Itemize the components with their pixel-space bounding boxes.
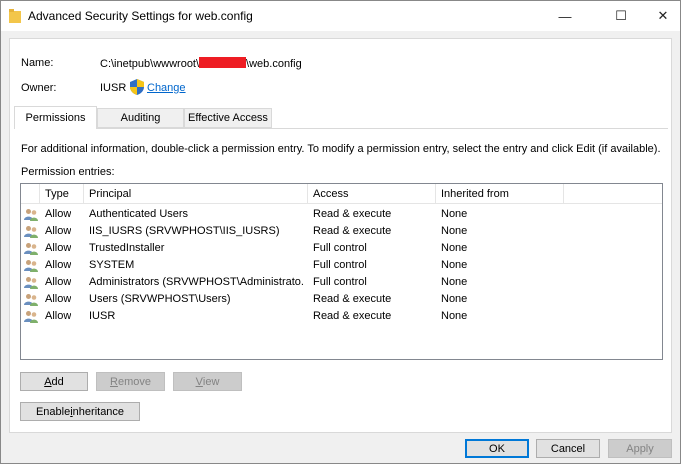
entry-type: Allow xyxy=(45,225,72,237)
entry-type: Allow xyxy=(45,293,72,305)
column-header-icon[interactable] xyxy=(21,184,40,204)
users-group-icon xyxy=(24,260,38,272)
tab-effective-access[interactable]: Effective Access xyxy=(184,108,272,128)
name-suffix: \web.config xyxy=(246,58,302,70)
entry-access: Read & execute xyxy=(313,225,392,237)
entry-principal: Users (SRVWPHOST\Users) xyxy=(89,293,231,305)
entry-inherited: None xyxy=(441,225,468,237)
enable-inheritance-button[interactable]: Enable i nheritance xyxy=(20,402,140,421)
security-settings-window: Advanced Security Settings for web.confi… xyxy=(0,0,681,464)
remove-button[interactable]: Remove xyxy=(96,372,165,391)
add-label-rest: dd xyxy=(51,375,64,388)
column-header-access[interactable]: Access xyxy=(308,184,436,204)
title-bar[interactable]: Advanced Security Settings for web.confi… xyxy=(1,1,680,31)
entry-principal: IUSR xyxy=(89,310,116,322)
tab-auditing[interactable]: Auditing xyxy=(97,108,184,128)
permission-entry-row[interactable]: Allow IUSR Read & execute None xyxy=(21,308,662,325)
minimize-button[interactable]: — xyxy=(542,1,588,31)
users-group-icon xyxy=(24,277,38,289)
entry-principal: Authenticated Users xyxy=(89,208,189,220)
permission-entry-row[interactable]: Allow IIS_IUSRS (SRVWPHOST\IIS_IUSRS) Re… xyxy=(21,223,662,240)
add-button[interactable]: Add xyxy=(20,372,88,391)
tab-permissions[interactable]: Permissions xyxy=(14,106,97,129)
entry-inherited: None xyxy=(441,242,468,254)
inherit-label-pre: Enable xyxy=(35,405,71,418)
ok-button[interactable]: OK xyxy=(465,439,529,458)
permission-entry-row[interactable]: Allow Authenticated Users Read & execute… xyxy=(21,206,662,223)
entry-access: Full control xyxy=(313,276,367,288)
name-value: C:\inetpub\wwwroot\ \web.config xyxy=(100,57,302,70)
entry-type: Allow xyxy=(45,208,72,220)
entry-principal: SYSTEM xyxy=(89,259,135,271)
users-group-icon xyxy=(24,226,38,238)
uac-shield-icon xyxy=(130,79,144,95)
entry-inherited: None xyxy=(441,276,468,288)
entry-access: Read & execute xyxy=(313,310,392,322)
name-label: Name: xyxy=(21,57,54,69)
dialog-content: Name: C:\inetpub\wwwroot\ \web.config Own… xyxy=(9,38,672,433)
entry-principal: IIS_IUSRS (SRVWPHOST\IIS_IUSRS) xyxy=(89,225,280,237)
remove-label-rest: emove xyxy=(117,375,151,388)
apply-button[interactable]: Apply xyxy=(608,439,672,458)
users-group-icon xyxy=(24,243,38,255)
add-accelerator: A xyxy=(44,375,52,388)
info-text: For additional information, double-click… xyxy=(21,143,661,155)
window-title: Advanced Security Settings for web.confi… xyxy=(28,9,253,23)
entry-inherited: None xyxy=(441,208,468,220)
users-group-icon xyxy=(24,311,38,323)
redaction-mark xyxy=(199,57,247,68)
permission-entries-label: Permission entries: xyxy=(21,166,115,178)
close-button[interactable]: ✕ xyxy=(640,1,681,31)
owner-value: IUSR xyxy=(100,82,127,94)
entry-type: Allow xyxy=(45,242,72,254)
entry-inherited: None xyxy=(441,259,468,271)
entry-principal: TrustedInstaller xyxy=(89,242,165,254)
view-label-rest: iew xyxy=(202,375,220,388)
entry-access: Read & execute xyxy=(313,293,392,305)
entry-type: Allow xyxy=(45,276,72,288)
entry-inherited: None xyxy=(441,293,468,305)
entry-access: Full control xyxy=(313,242,367,254)
inherit-label-rest: nheritance xyxy=(72,405,125,418)
list-header: Type Principal Access Inherited from xyxy=(21,184,662,204)
view-accelerator: V xyxy=(195,375,203,388)
column-header-type[interactable]: Type xyxy=(40,184,84,204)
entry-access: Read & execute xyxy=(313,208,392,220)
permission-entry-row[interactable]: Allow SYSTEM Full control None xyxy=(21,257,662,274)
change-owner-link[interactable]: Change xyxy=(147,82,186,94)
tab-divider xyxy=(14,128,668,129)
maximize-button[interactable]: ☐ xyxy=(598,1,644,31)
permission-entry-row[interactable]: Allow Users (SRVWPHOST\Users) Read & exe… xyxy=(21,291,662,308)
entry-type: Allow xyxy=(45,310,72,322)
users-group-icon xyxy=(24,294,38,306)
folder-icon xyxy=(9,9,21,23)
entry-principal: Administrators (SRVWPHOST\Administrato..… xyxy=(89,276,303,288)
view-button[interactable]: View xyxy=(173,372,242,391)
entry-inherited: None xyxy=(441,310,468,322)
column-header-principal[interactable]: Principal xyxy=(84,184,308,204)
list-rows: Allow Authenticated Users Read & execute… xyxy=(21,206,662,325)
column-header-inherited[interactable]: Inherited from xyxy=(436,184,564,204)
users-group-icon xyxy=(24,209,38,221)
entry-access: Full control xyxy=(313,259,367,271)
permission-entry-row[interactable]: Allow TrustedInstaller Full control None xyxy=(21,240,662,257)
name-prefix: C:\inetpub\wwwroot\ xyxy=(100,58,200,70)
permission-entries-list[interactable]: Type Principal Access Inherited from All… xyxy=(20,183,663,360)
owner-label: Owner: xyxy=(21,82,57,94)
cancel-button[interactable]: Cancel xyxy=(536,439,600,458)
entry-type: Allow xyxy=(45,259,72,271)
permission-entry-row[interactable]: Allow Administrators (SRVWPHOST\Administ… xyxy=(21,274,662,291)
remove-accelerator: R xyxy=(110,375,118,388)
